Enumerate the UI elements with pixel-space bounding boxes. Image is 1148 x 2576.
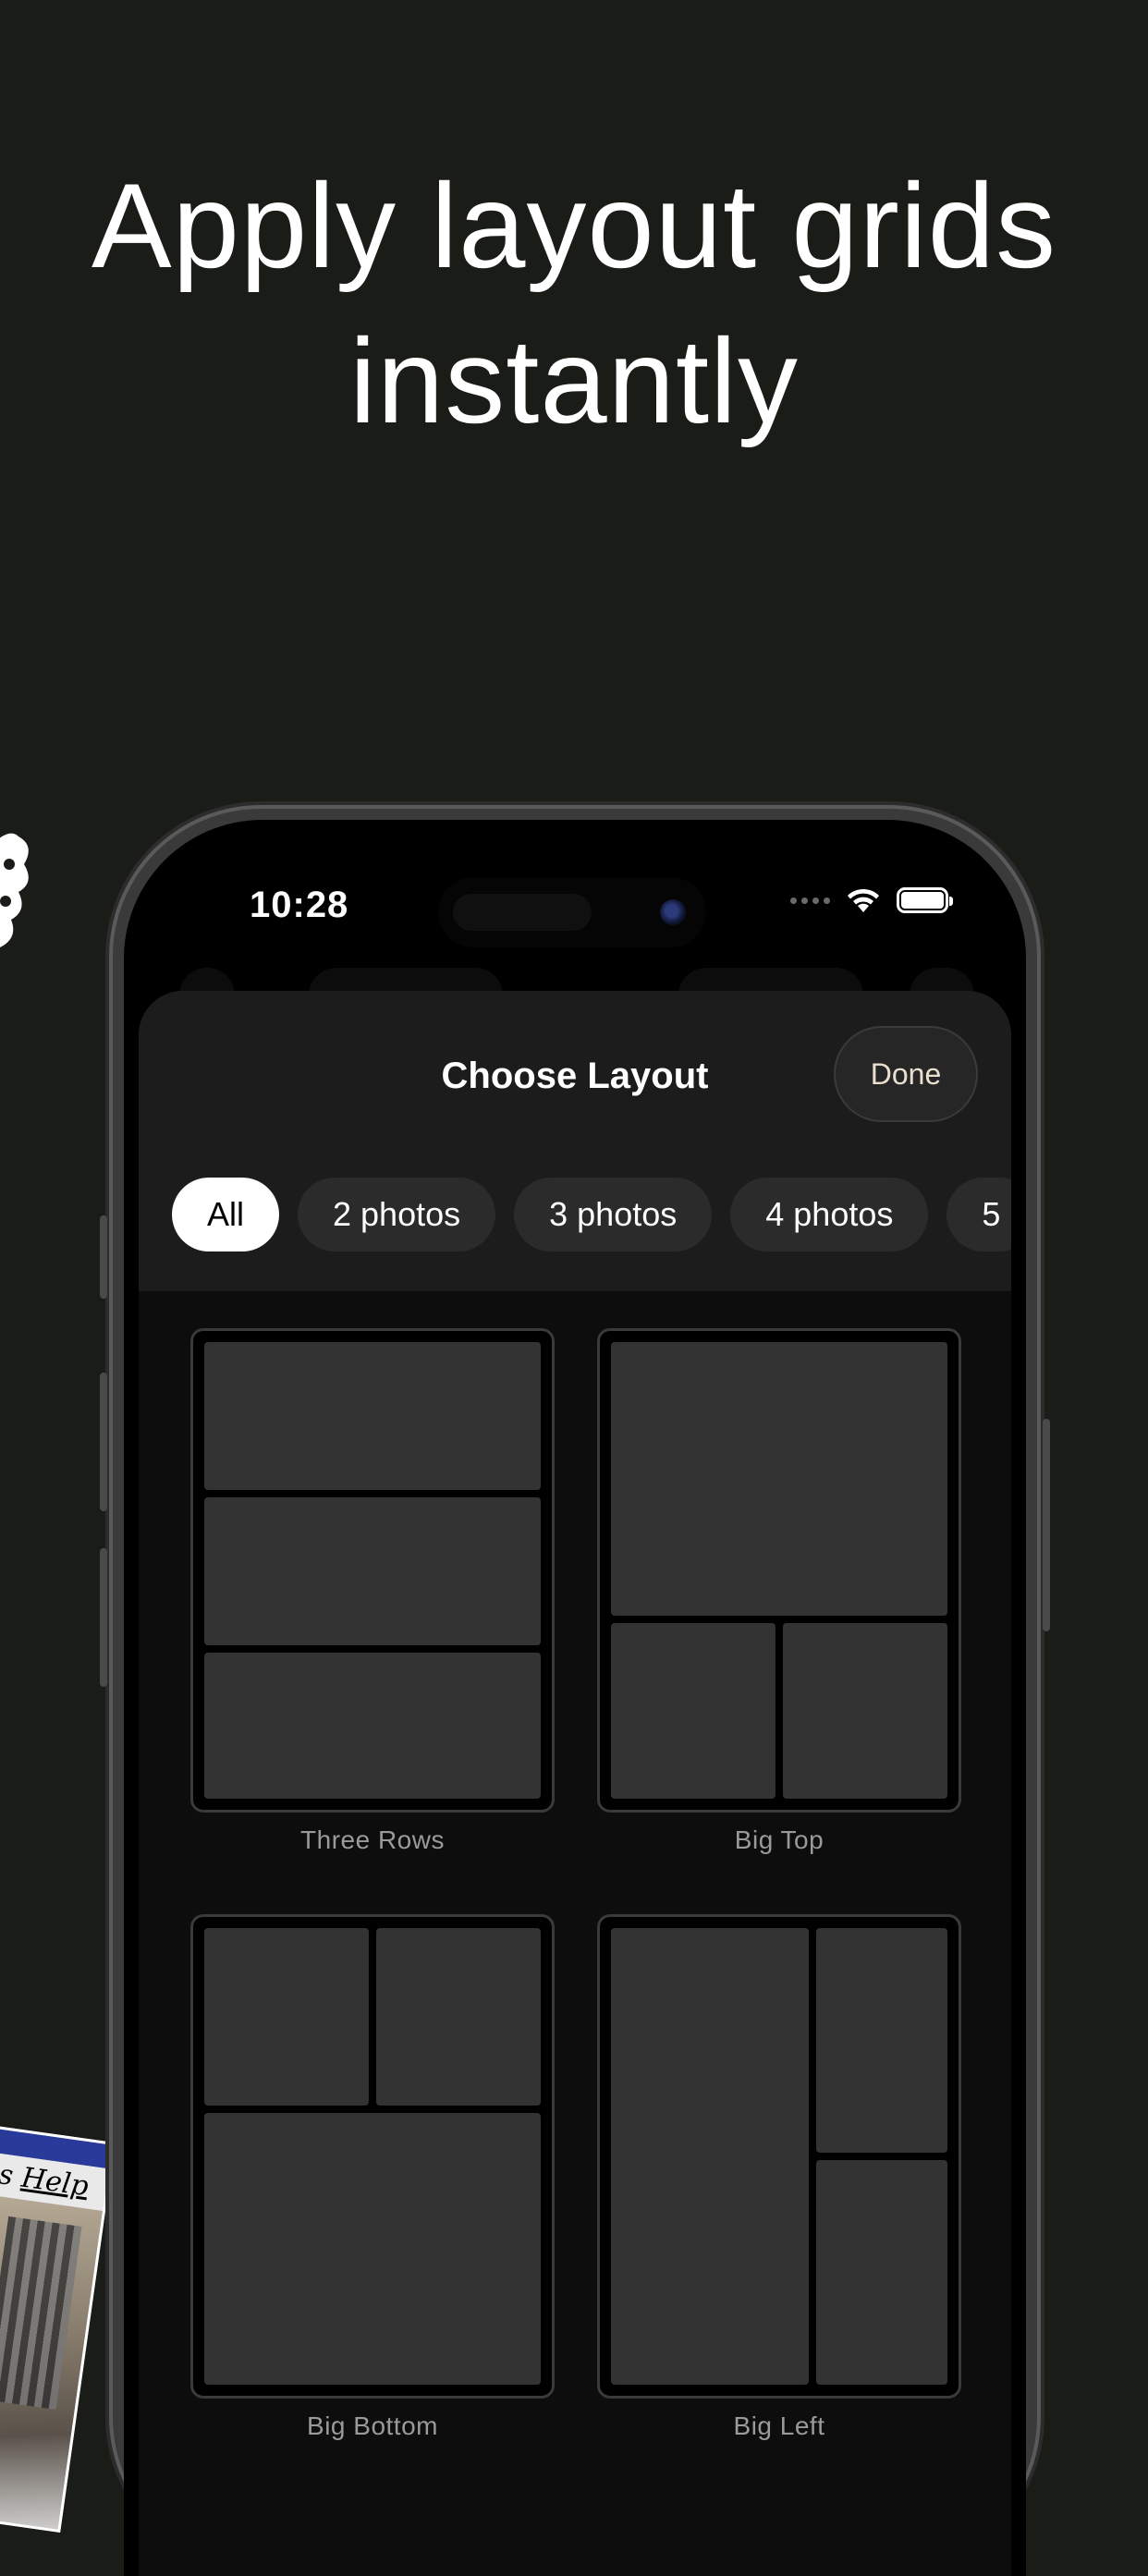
layout-cell xyxy=(611,1928,809,2385)
layout-cell xyxy=(611,1623,776,1799)
layout-cell xyxy=(204,1928,369,2106)
layout-cell xyxy=(611,1342,947,1616)
layout-option-big-left[interactable] xyxy=(597,1914,961,2399)
layout-cell xyxy=(204,1497,541,1645)
layout-option-big-top[interactable] xyxy=(597,1328,961,1813)
headline: Apply layout grids instantly xyxy=(0,148,1148,458)
decorative-retro-window: ons Help xyxy=(0,2121,116,2533)
phone-side-button xyxy=(1043,1419,1050,1631)
filter-chip-3-photos[interactable]: 3 photos xyxy=(514,1178,713,1251)
phone-volume-down xyxy=(100,1548,107,1687)
layout-cell xyxy=(204,1342,541,1490)
layout-cell xyxy=(816,2160,947,2385)
phone-screen: 10:28 Choose Layout Done All 2 photos 3 … xyxy=(124,820,1026,2576)
sheet-header: Choose Layout Done All 2 photos 3 photos… xyxy=(139,991,1011,1291)
status-bar: 10:28 xyxy=(124,820,1026,947)
layout-cell xyxy=(816,1928,947,2153)
filter-chip-5-photos[interactable]: 5 xyxy=(946,1178,1011,1251)
layout-label-big-left: Big Left xyxy=(733,2411,825,2440)
done-button[interactable]: Done xyxy=(834,1026,978,1122)
retro-menu-help: Help xyxy=(19,2161,91,2204)
island-pill xyxy=(453,894,592,931)
headline-line-1: Apply layout grids xyxy=(91,158,1057,293)
dynamic-island xyxy=(438,877,706,947)
status-indicators xyxy=(790,886,953,914)
layout-cell xyxy=(204,1653,541,1799)
layout-cell xyxy=(204,2113,541,2385)
camera-icon xyxy=(660,899,686,925)
layout-grid: Three Rows Big Top Big Bottom Big Left xyxy=(139,1291,1011,2576)
filter-chip-4-photos[interactable]: 4 photos xyxy=(730,1178,929,1251)
layout-cell xyxy=(376,1928,541,2106)
phone-action-button xyxy=(100,1215,107,1299)
decorative-shape xyxy=(0,833,29,947)
filter-chip-all[interactable]: All xyxy=(172,1178,280,1251)
retro-window-photo xyxy=(0,2190,103,2533)
layout-option-three-rows[interactable] xyxy=(190,1328,555,1813)
layout-label-big-top: Big Top xyxy=(734,1825,824,1854)
filter-chip-2-photos[interactable]: 2 photos xyxy=(298,1178,496,1251)
photo-detail xyxy=(0,2216,82,2411)
status-time: 10:28 xyxy=(250,885,349,925)
phone-frame: 10:28 Choose Layout Done All 2 photos 3 … xyxy=(100,809,1050,2576)
retro-menu-item: ons xyxy=(0,2153,16,2192)
phone-volume-up xyxy=(100,1373,107,1511)
cellular-signal-icon xyxy=(790,897,830,904)
layout-option-big-bottom[interactable] xyxy=(190,1914,555,2399)
layout-cell xyxy=(783,1623,947,1799)
choose-layout-sheet: Choose Layout Done All 2 photos 3 photos… xyxy=(139,991,1011,2576)
battery-icon xyxy=(897,887,953,913)
layout-label-big-bottom: Big Bottom xyxy=(307,2411,438,2440)
layout-label-three-rows: Three Rows xyxy=(300,1825,445,1854)
wifi-icon xyxy=(848,888,879,912)
photo-count-filter: All 2 photos 3 photos 4 photos 5 xyxy=(172,1178,1011,1251)
headline-line-2: instantly xyxy=(349,313,799,448)
